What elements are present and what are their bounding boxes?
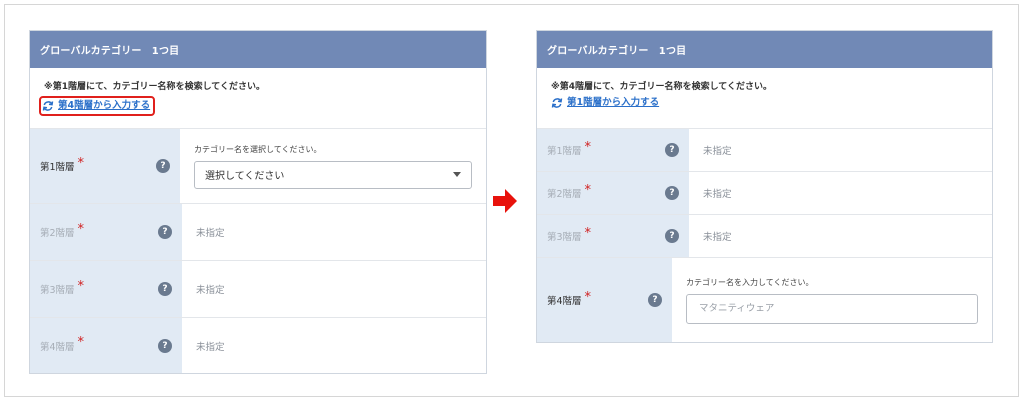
level4-label-cell: 第4階層 * ? xyxy=(537,258,672,342)
switch-to-level1-link[interactable]: 第1階層から入力する xyxy=(567,96,659,110)
field-caption: カテゴリー名を入力してください。 xyxy=(686,277,814,287)
level3-label: 第3階層 xyxy=(40,285,75,296)
switch-row: 第4階層から入力する xyxy=(39,96,472,116)
level3-row: 第3階層 * ? 未指定 xyxy=(30,261,486,318)
right-arrow-icon xyxy=(493,189,517,213)
level4-label: 第4階層 xyxy=(40,341,75,353)
switch-row: 第1階層から入力する xyxy=(551,96,978,110)
search-instructions: ※第4階層にて、カテゴリー名称を検索してください。 第1階層から入力する xyxy=(537,68,992,129)
level2-label: 第2階層 xyxy=(40,228,75,239)
level4-row: 第4階層 * ? 未指定 xyxy=(30,318,486,373)
level1-label: 第1階層 xyxy=(40,162,75,173)
level1-label: 第1階層 xyxy=(547,146,582,157)
level3-value-cell: 未指定 xyxy=(182,261,486,317)
required-mark: * xyxy=(77,221,85,237)
help-icon[interactable]: ? xyxy=(665,143,679,157)
level1-value-cell: 未指定 xyxy=(689,129,992,171)
unspecified-value: 未指定 xyxy=(196,285,225,296)
level4-value-cell: 未指定 xyxy=(182,318,486,373)
left-category-panel: グローバルカテゴリー 1つ目 ※第1階層にて、カテゴリー名称を検索してください。… xyxy=(29,30,487,374)
level2-label: 第2階層 xyxy=(547,189,582,200)
level2-value-cell: 未指定 xyxy=(689,172,992,214)
level2-label-cell: 第2階層 * ? xyxy=(537,172,689,214)
unspecified-value: 未指定 xyxy=(703,189,732,200)
required-mark: * xyxy=(77,155,85,171)
help-icon[interactable]: ? xyxy=(158,338,172,353)
required-mark: * xyxy=(77,335,85,350)
required-mark: * xyxy=(584,225,592,241)
required-mark: * xyxy=(584,139,592,155)
field-caption: カテゴリー名を選択してください。 xyxy=(194,144,322,154)
select-value: 選択してください xyxy=(205,171,285,182)
help-icon[interactable]: ? xyxy=(665,186,679,200)
level1-value-cell: カテゴリー名を選択してください。 選択してください xyxy=(180,129,486,203)
level4-row: 第4階層 * ? カテゴリー名を入力してください。 xyxy=(537,258,992,342)
unspecified-value: 未指定 xyxy=(703,146,732,157)
switch-to-level4-link[interactable]: 第4階層から入力する xyxy=(58,99,150,113)
refresh-icon xyxy=(551,98,563,108)
level1-row: 第1階層 * ? カテゴリー名を選択してください。 選択してください xyxy=(30,129,486,204)
instruction-note: ※第1階層にて、カテゴリー名称を検索してください。 xyxy=(44,82,266,92)
level2-row: 第2階層 * ? 未指定 xyxy=(537,172,992,215)
unspecified-value: 未指定 xyxy=(196,341,225,353)
help-icon[interactable]: ? xyxy=(158,225,172,239)
level3-label-cell: 第3階層 * ? xyxy=(537,215,689,257)
level1-row: 第1階層 * ? 未指定 xyxy=(537,129,992,172)
instruction-note: ※第4階層にて、カテゴリー名称を検索してください。 xyxy=(551,82,773,92)
panel-title: グローバルカテゴリー 1つ目 xyxy=(30,31,486,68)
level4-label-cell: 第4階層 * ? xyxy=(30,318,182,373)
required-mark: * xyxy=(584,182,592,198)
unspecified-value: 未指定 xyxy=(703,232,732,243)
help-icon[interactable]: ? xyxy=(158,282,172,296)
level3-value-cell: 未指定 xyxy=(689,215,992,257)
help-icon[interactable]: ? xyxy=(648,293,662,307)
level3-row: 第3階層 * ? 未指定 xyxy=(537,215,992,258)
level2-label-cell: 第2階層 * ? xyxy=(30,204,182,260)
level3-label: 第3階層 xyxy=(547,232,582,243)
refresh-icon xyxy=(42,101,54,111)
level2-row: 第2階層 * ? 未指定 xyxy=(30,204,486,261)
level4-label: 第4階層 xyxy=(547,296,582,307)
category-select[interactable]: 選択してください xyxy=(194,160,472,189)
required-mark: * xyxy=(584,289,592,305)
search-instructions: ※第1階層にて、カテゴリー名称を検索してください。 第4階層から入力する xyxy=(30,68,486,129)
help-icon[interactable]: ? xyxy=(665,229,679,243)
level1-label-cell: 第1階層 * ? xyxy=(30,129,180,203)
help-icon[interactable]: ? xyxy=(156,159,170,173)
level2-value-cell: 未指定 xyxy=(182,204,486,260)
highlight-box: 第4階層から入力する xyxy=(39,96,156,116)
level1-label-cell: 第1階層 * ? xyxy=(537,129,689,171)
level3-label-cell: 第3階層 * ? xyxy=(30,261,182,317)
panel-title: グローバルカテゴリー 1つ目 xyxy=(537,31,992,68)
level4-value-cell: カテゴリー名を入力してください。 xyxy=(672,258,992,342)
right-category-panel: グローバルカテゴリー 1つ目 ※第4階層にて、カテゴリー名称を検索してください。… xyxy=(536,30,993,343)
chevron-down-icon xyxy=(453,172,461,177)
required-mark: * xyxy=(77,278,85,294)
category-name-input[interactable] xyxy=(686,293,978,324)
unspecified-value: 未指定 xyxy=(196,228,225,239)
